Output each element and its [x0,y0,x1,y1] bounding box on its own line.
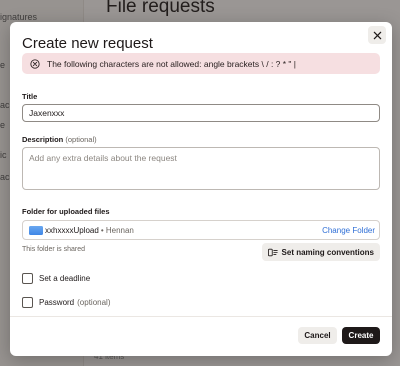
deadline-option: Set a deadline [22,273,90,284]
create-button[interactable]: Create [342,327,380,344]
create-request-dialog: Create new request The following charact… [10,22,392,356]
password-checkbox[interactable] [22,297,33,308]
description-placeholder: Add any extra details about the request [29,153,177,163]
title-label: Title [22,92,38,101]
change-folder-link[interactable]: Change Folder [322,226,375,235]
close-button[interactable] [368,26,386,44]
deadline-label: Set a deadline [39,274,91,283]
set-naming-conventions-button[interactable]: Set naming conventions [261,243,380,261]
description-textarea[interactable]: Add any extra details about the request [22,147,380,190]
footer-divider [10,316,392,317]
description-label-text: Description [22,135,64,144]
folder-selector: xxhxxxxUpload • Hennan Change Folder [22,220,380,240]
cancel-button[interactable]: Cancel [298,327,337,344]
x-circle-icon [30,58,40,69]
close-icon [373,31,382,40]
description-label: Description (optional) [22,135,97,144]
folder-icon [29,225,43,235]
dialog-title: Create new request [22,35,153,52]
password-label: Password [39,298,75,307]
title-input[interactable]: Jaxenxxx [22,104,380,122]
naming-rules-icon [267,248,278,257]
deadline-checkbox[interactable] [22,273,33,284]
folder-owner: • Hennan [100,225,134,235]
folder-label: Folder for uploaded files [22,207,110,216]
optional-tag: (optional) [65,135,97,144]
error-alert: The following characters are not allowed… [22,53,380,74]
title-value: Jaxenxxx [29,108,65,118]
optional-tag: (optional) [77,298,111,307]
password-option: Password (optional) [22,297,110,308]
shared-note: This folder is shared [22,246,86,253]
naming-button-label: Set naming conventions [281,247,374,257]
folder-name: xxhxxxxUpload [45,225,99,235]
alert-text: The following characters are not allowed… [47,58,297,69]
